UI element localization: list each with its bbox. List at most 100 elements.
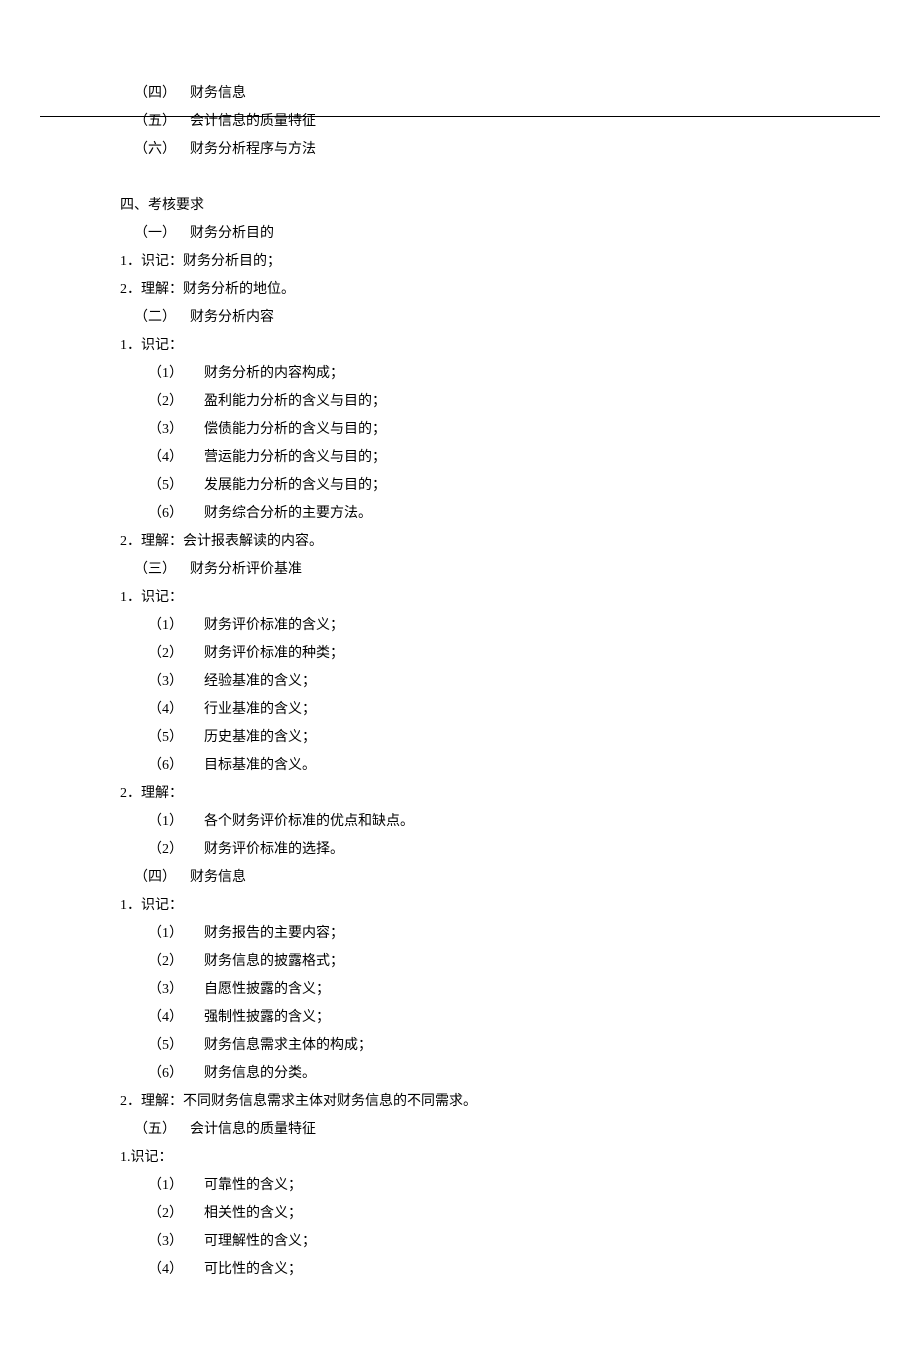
- list-item: （3）经验基准的含义；: [120, 668, 810, 696]
- list-item: （2）相关性的含义；: [120, 1200, 810, 1228]
- item-marker: （五）: [134, 108, 190, 136]
- item-text: 相关性的含义；: [204, 1200, 302, 1228]
- subsection-heading: （二） 财务分析内容: [120, 304, 810, 332]
- list-item: （3）自愿性披露的含义；: [120, 976, 810, 1004]
- list-item: （6）目标基准的含义。: [120, 752, 810, 780]
- item-marker: （五）: [134, 1116, 190, 1144]
- item-marker: 1．: [120, 892, 141, 920]
- item-text: 识记：: [141, 332, 183, 360]
- item-marker: （1）: [148, 920, 204, 948]
- item-marker: （2）: [148, 836, 204, 864]
- item-text: 偿债能力分析的含义与目的；: [204, 416, 386, 444]
- item-marker: （四）: [134, 864, 190, 892]
- item-text: 可理解性的含义；: [204, 1228, 316, 1256]
- item-marker: （4）: [148, 1004, 204, 1032]
- list-item: （5）财务信息需求主体的构成；: [120, 1032, 810, 1060]
- item-text: 行业基准的含义；: [204, 696, 316, 724]
- item-text: 财务分析程序与方法: [190, 136, 316, 164]
- item-text: 财务综合分析的主要方法。: [204, 500, 372, 528]
- item-marker: （二）: [134, 304, 190, 332]
- outline-item: （四） 财务信息: [120, 80, 810, 108]
- numbered-line: 1． 识记：: [120, 892, 810, 920]
- item-marker: （4）: [148, 696, 204, 724]
- list-item: （1）财务分析的内容构成；: [120, 360, 810, 388]
- item-text: 会计信息的质量特征: [190, 1116, 316, 1144]
- item-text: 识记：: [131, 1144, 173, 1172]
- item-marker: （1）: [148, 360, 204, 388]
- numbered-line: 1． 识记：: [120, 584, 810, 612]
- item-text: 财务评价标准的含义；: [204, 612, 344, 640]
- list-item: （6）财务综合分析的主要方法。: [120, 500, 810, 528]
- item-marker: （6）: [148, 500, 204, 528]
- item-text: 盈利能力分析的含义与目的；: [204, 388, 386, 416]
- item-text: 财务分析目的: [190, 220, 274, 248]
- section-title-text: 四、考核要求: [120, 192, 204, 220]
- list-item: （2）财务评价标准的选择。: [120, 836, 810, 864]
- item-marker: （2）: [148, 640, 204, 668]
- numbered-line: 2． 理解：: [120, 780, 810, 808]
- item-text: 财务信息的披露格式；: [204, 948, 344, 976]
- item-marker: （1）: [148, 612, 204, 640]
- subsection-heading: （五） 会计信息的质量特征: [120, 1116, 810, 1144]
- item-marker: （一）: [134, 220, 190, 248]
- item-text: 可比性的含义；: [204, 1256, 302, 1284]
- spacer: [120, 164, 810, 192]
- item-marker: 1．: [120, 332, 141, 360]
- list-item: （1）各个财务评价标准的优点和缺点。: [120, 808, 810, 836]
- item-marker: 1.: [120, 1144, 131, 1172]
- item-marker: 1．: [120, 584, 141, 612]
- item-text: 理解：会计报表解读的内容。: [141, 528, 323, 556]
- list-item: （2）财务信息的披露格式；: [120, 948, 810, 976]
- item-marker: 2．: [120, 528, 141, 556]
- numbered-line: 2． 理解：财务分析的地位。: [120, 276, 810, 304]
- list-item: （5）发展能力分析的含义与目的；: [120, 472, 810, 500]
- list-item: （2）盈利能力分析的含义与目的；: [120, 388, 810, 416]
- numbered-line: 1． 识记：: [120, 332, 810, 360]
- item-text: 财务信息需求主体的构成；: [204, 1032, 372, 1060]
- item-text: 财务评价标准的种类；: [204, 640, 344, 668]
- list-item: （4）强制性披露的含义；: [120, 1004, 810, 1032]
- list-item: （3）可理解性的含义；: [120, 1228, 810, 1256]
- item-marker: 1．: [120, 248, 141, 276]
- horizontal-rule: [40, 116, 880, 117]
- outline-item: （六） 财务分析程序与方法: [120, 136, 810, 164]
- list-item: （4）营运能力分析的含义与目的；: [120, 444, 810, 472]
- item-marker: 2．: [120, 276, 141, 304]
- item-text: 识记：: [141, 584, 183, 612]
- item-marker: （5）: [148, 472, 204, 500]
- item-text: 财务信息: [190, 864, 246, 892]
- item-text: 强制性披露的含义；: [204, 1004, 330, 1032]
- item-marker: （3）: [148, 668, 204, 696]
- item-marker: （三）: [134, 556, 190, 584]
- subsection-heading: （一） 财务分析目的: [120, 220, 810, 248]
- item-marker: （3）: [148, 976, 204, 1004]
- item-text: 财务信息: [190, 80, 246, 108]
- item-marker: （6）: [148, 1060, 204, 1088]
- numbered-line: 2． 理解：不同财务信息需求主体对财务信息的不同需求。: [120, 1088, 810, 1116]
- item-marker: （3）: [148, 1228, 204, 1256]
- item-marker: （1）: [148, 808, 204, 836]
- item-text: 营运能力分析的含义与目的；: [204, 444, 386, 472]
- item-text: 理解：不同财务信息需求主体对财务信息的不同需求。: [141, 1088, 477, 1116]
- item-text: 历史基准的含义；: [204, 724, 316, 752]
- item-text: 财务分析的内容构成；: [204, 360, 344, 388]
- item-marker: （5）: [148, 724, 204, 752]
- item-marker: （2）: [148, 388, 204, 416]
- numbered-line: 2． 理解：会计报表解读的内容。: [120, 528, 810, 556]
- subsection-heading: （三） 财务分析评价基准: [120, 556, 810, 584]
- numbered-line: 1． 识记：财务分析目的；: [120, 248, 810, 276]
- subsection-heading: （四） 财务信息: [120, 864, 810, 892]
- item-text: 各个财务评价标准的优点和缺点。: [204, 808, 414, 836]
- list-item: （6）财务信息的分类。: [120, 1060, 810, 1088]
- item-text: 自愿性披露的含义；: [204, 976, 330, 1004]
- item-text: 财务评价标准的选择。: [204, 836, 344, 864]
- numbered-line: 1. 识记：: [120, 1144, 810, 1172]
- list-item: （1）可靠性的含义；: [120, 1172, 810, 1200]
- item-marker: （四）: [134, 80, 190, 108]
- item-text: 识记：: [141, 892, 183, 920]
- item-marker: （4）: [148, 444, 204, 472]
- list-item: （2）财务评价标准的种类；: [120, 640, 810, 668]
- item-text: 目标基准的含义。: [204, 752, 316, 780]
- list-item: （3）偿债能力分析的含义与目的；: [120, 416, 810, 444]
- item-marker: （2）: [148, 1200, 204, 1228]
